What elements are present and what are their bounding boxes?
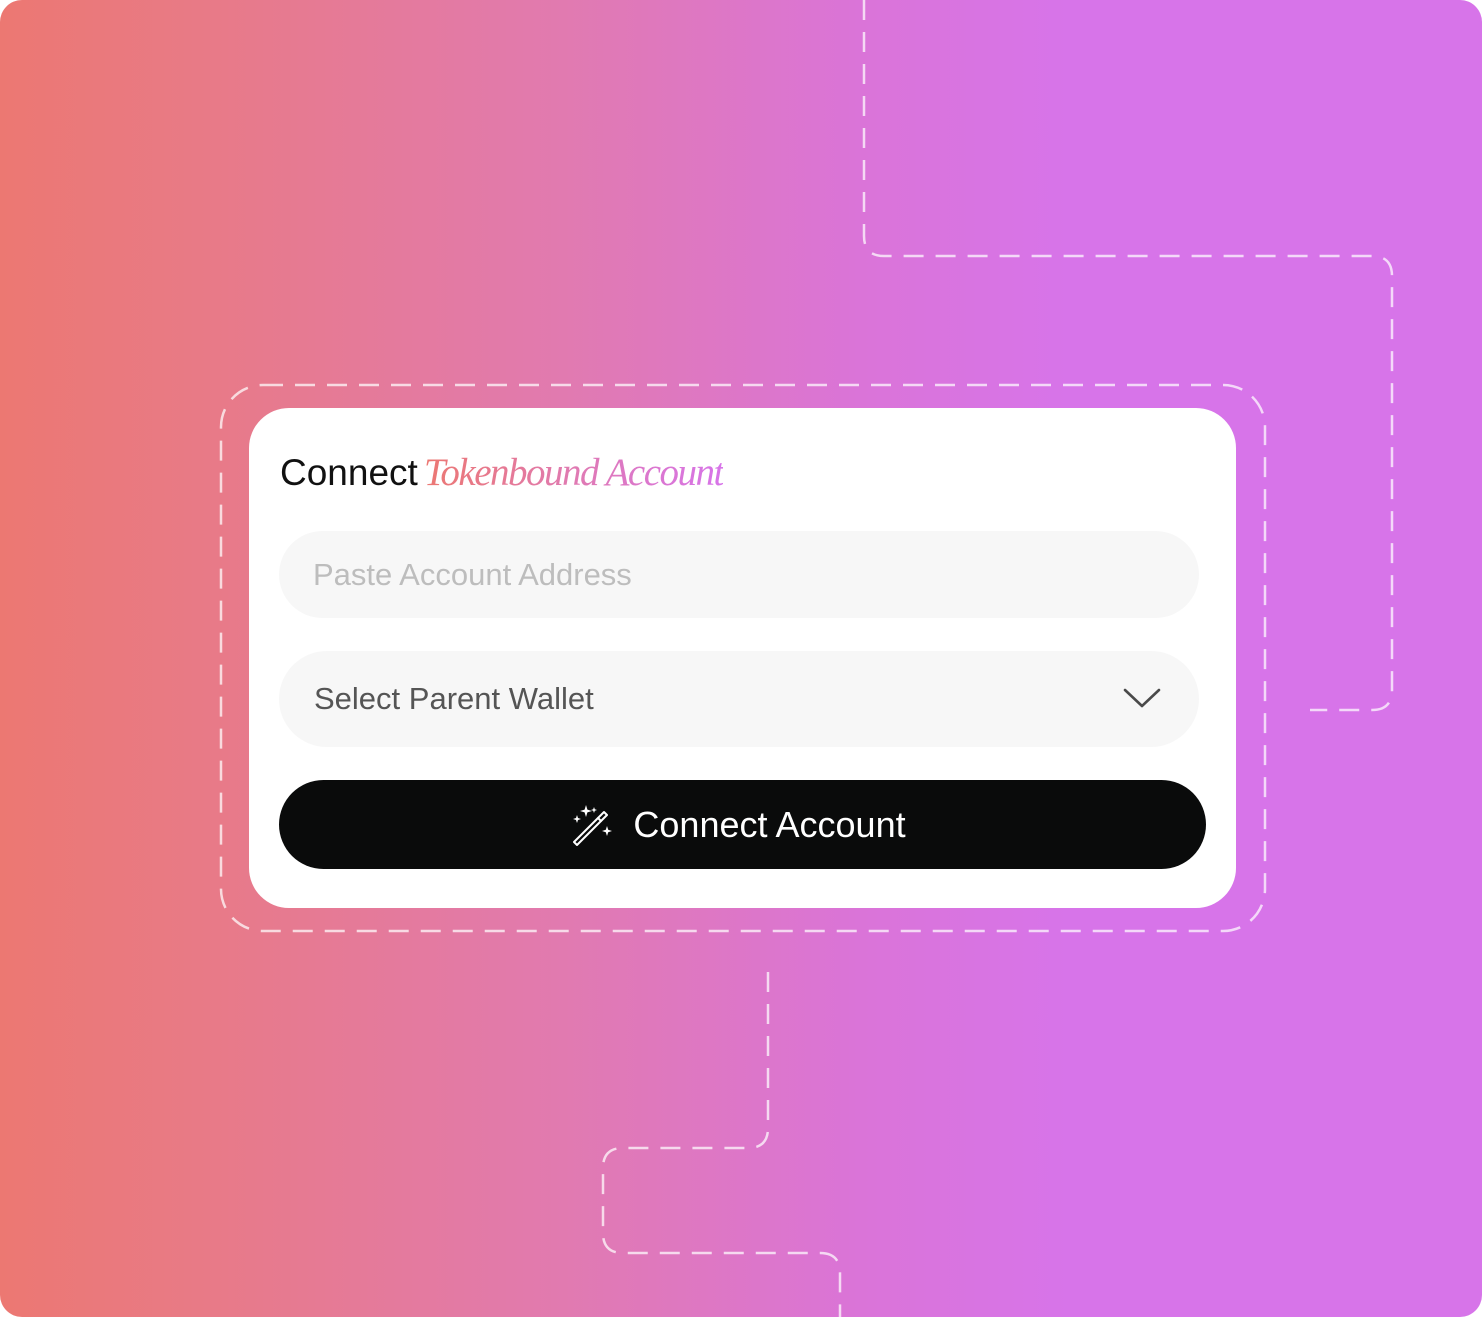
parent-wallet-select[interactable]: Select Parent Wallet [279, 651, 1199, 747]
background-canvas: ConnectTokenbound Account Select Parent … [0, 0, 1482, 1317]
chevron-down-icon [1123, 688, 1161, 708]
card-title: Connect Tokenbound Account [280, 450, 725, 496]
connect-card: ConnectTokenbound Account Select Parent … [249, 408, 1236, 908]
connect-account-button[interactable]: Connect Account [279, 780, 1206, 869]
connect-account-button-label: Connect Account [633, 804, 906, 845]
parent-wallet-select-label: Select Parent Wallet [314, 681, 594, 716]
magic-wand-icon [573, 804, 613, 846]
account-address-input[interactable] [279, 531, 1199, 618]
card-title-accent: Tokenbound Account [423, 451, 725, 494]
card-title-plain: Connect [280, 452, 418, 493]
